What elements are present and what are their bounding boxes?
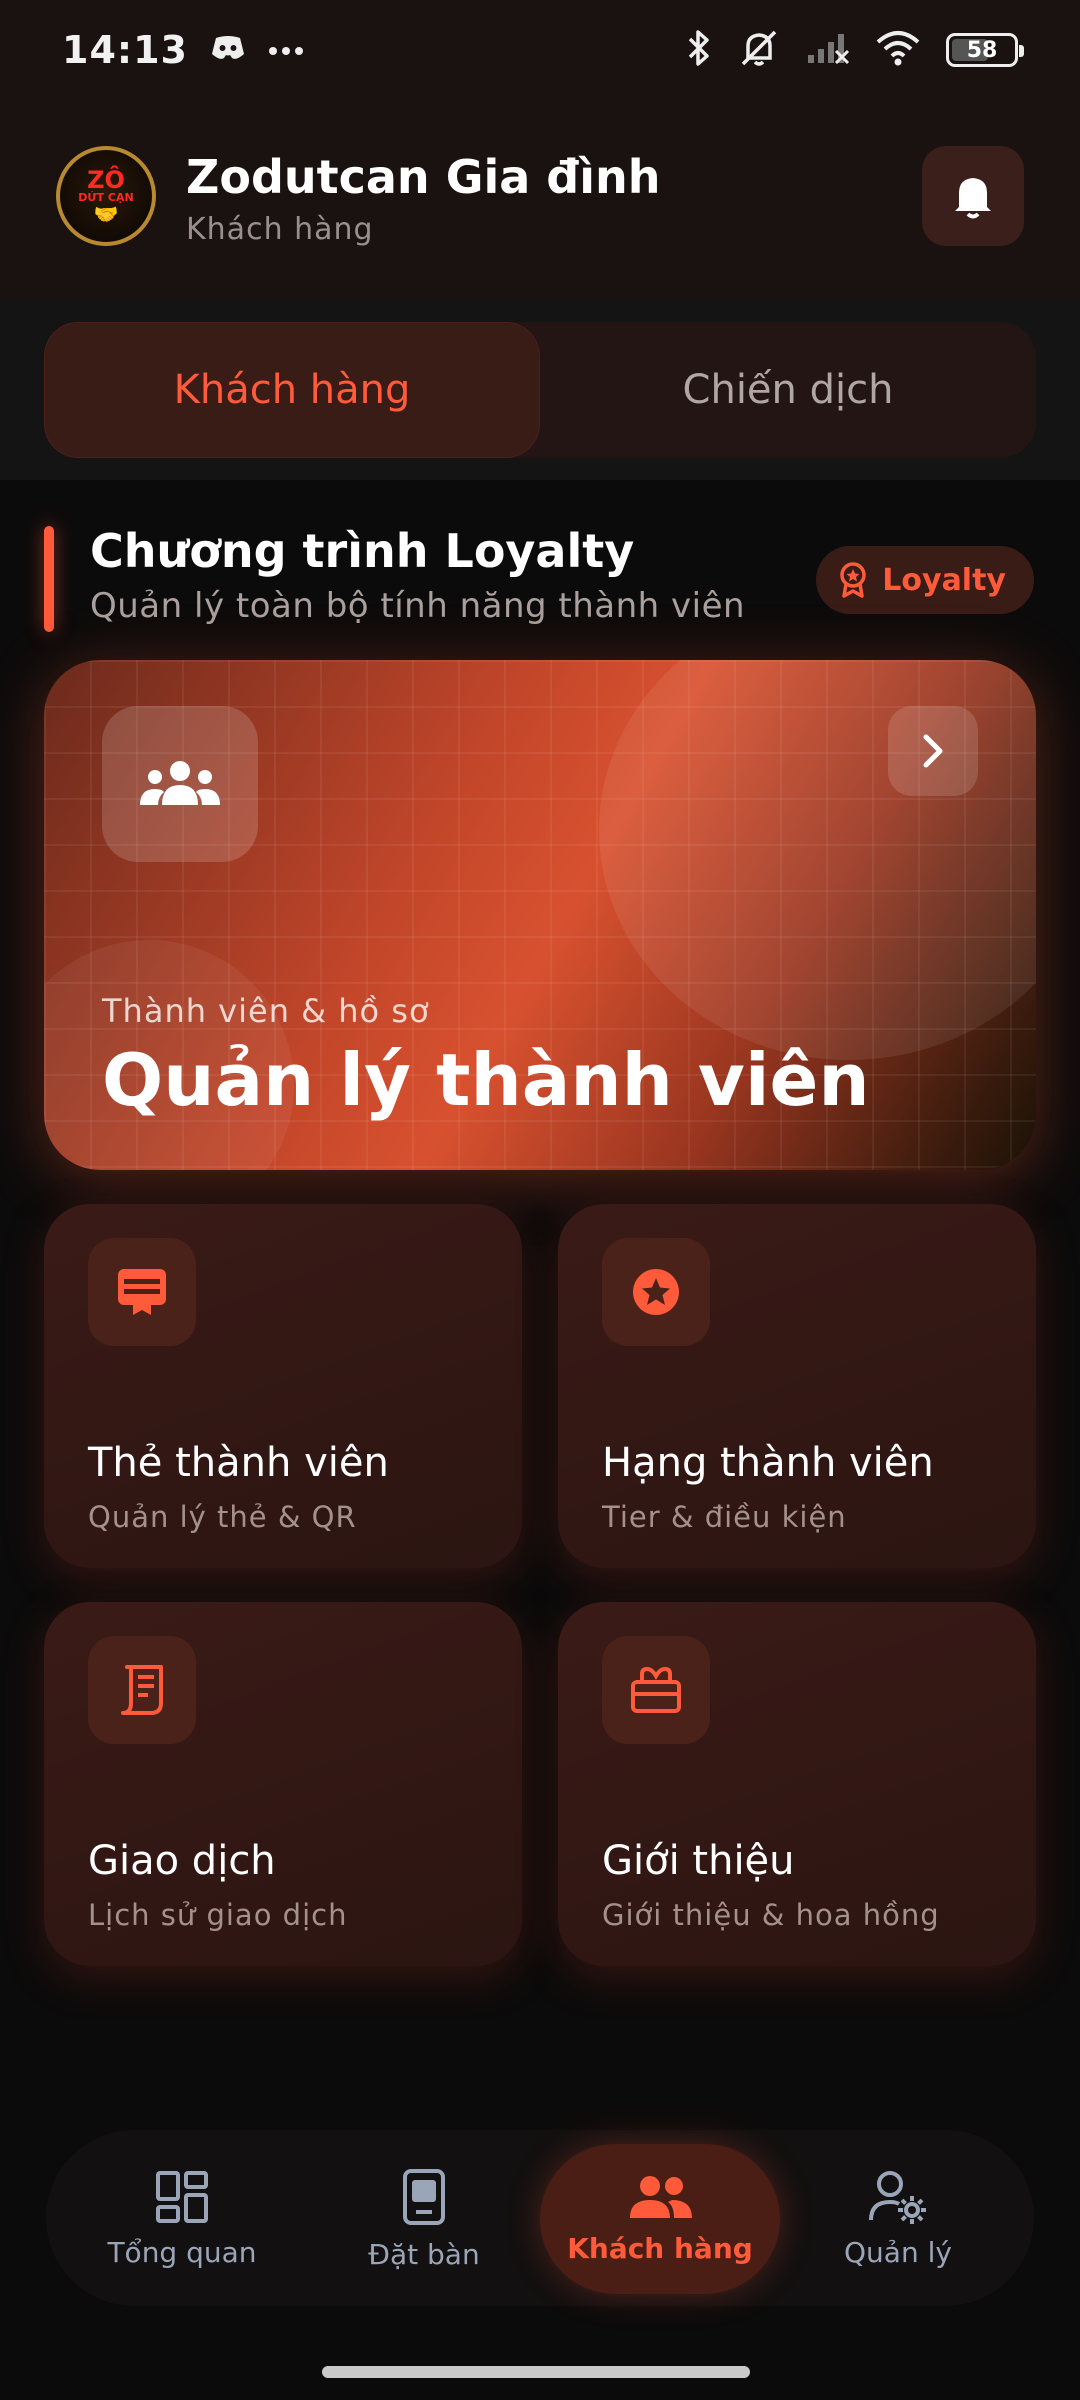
loyalty-badge: Loyalty xyxy=(816,546,1034,614)
discord-icon xyxy=(210,34,246,66)
battery-icon: 58 xyxy=(946,33,1024,67)
card-title: Giới thiệu xyxy=(602,1838,795,1884)
card-subtitle: Tier & điều kiện xyxy=(602,1500,847,1534)
card-title: Giao dịch xyxy=(88,1838,276,1884)
member-management-card[interactable]: Thành viên & hồ sơ Quản lý thành viên xyxy=(44,660,1036,1170)
signal-icon xyxy=(806,31,850,69)
tab-customers[interactable]: Khách hàng xyxy=(44,322,540,458)
card-title: Hạng thành viên xyxy=(602,1440,934,1486)
handshake-icon: 🤝 xyxy=(93,202,119,227)
page-title: Zodutcan Gia đình xyxy=(186,150,661,204)
nav-label: Quản lý xyxy=(844,2235,952,2269)
battery-level: 58 xyxy=(966,37,998,63)
card-subtitle: Giới thiệu & hoa hồng xyxy=(602,1898,940,1932)
user-gear-icon xyxy=(869,2170,926,2224)
nav-label: Khách hàng xyxy=(567,2231,753,2265)
receipt-icon xyxy=(88,1636,196,1744)
status-time: 14:13 xyxy=(62,28,188,72)
table-booking-icon xyxy=(403,2168,445,2225)
nav-management[interactable]: Quản lý xyxy=(778,2144,1018,2294)
card-subtitle: Lịch sử giao dịch xyxy=(88,1898,348,1932)
home-indicator[interactable] xyxy=(322,2366,750,2378)
nav-booking[interactable]: Đặt bàn xyxy=(304,2144,544,2294)
bell-icon xyxy=(955,178,991,219)
card-title: Thẻ thành viên xyxy=(88,1440,389,1486)
card-icon xyxy=(88,1238,196,1346)
award-icon xyxy=(840,562,867,598)
status-bar: 14:13 58 xyxy=(0,0,1080,100)
bluetooth-icon xyxy=(686,28,712,72)
hero-kicker: Thành viên & hồ sơ xyxy=(102,992,430,1030)
member-card-tile[interactable]: Thẻ thành viên Quản lý thẻ & QR xyxy=(44,1204,522,1568)
hero-open-button[interactable] xyxy=(888,706,978,796)
customers-icon xyxy=(630,2175,692,2218)
card-subtitle: Quản lý thẻ & QR xyxy=(88,1500,357,1534)
mute-icon xyxy=(738,28,780,72)
wifi-icon xyxy=(876,30,920,70)
brand-logo: ZÔ DỨT CẠN 🤝 xyxy=(56,146,156,246)
section-title: Chương trình Loyalty xyxy=(90,524,635,578)
chevron-right-icon xyxy=(923,734,943,768)
tab-campaigns[interactable]: Chiến dịch xyxy=(540,322,1036,458)
star-badge-icon xyxy=(602,1238,710,1346)
referral-tile[interactable]: Giới thiệu Giới thiệu & hoa hồng xyxy=(558,1602,1036,1966)
tab-bar: Khách hàng Chiến dịch xyxy=(44,322,1036,458)
member-tier-tile[interactable]: Hạng thành viên Tier & điều kiện xyxy=(558,1204,1036,1568)
notification-button[interactable] xyxy=(922,146,1024,246)
bottom-navigation: Tổng quan Đặt bàn Khách hàng Quản lý xyxy=(46,2130,1034,2306)
nav-overview[interactable]: Tổng quan xyxy=(62,2144,302,2294)
gift-icon xyxy=(602,1636,710,1744)
hero-title: Quản lý thành viên xyxy=(102,1038,870,1122)
more-dots-icon xyxy=(268,41,304,60)
nav-customers[interactable]: Khách hàng xyxy=(540,2144,780,2294)
nav-label: Đặt bàn xyxy=(368,2237,480,2271)
tab-bar-container: Khách hàng Chiến dịch xyxy=(0,300,1080,480)
users-group-icon xyxy=(102,706,258,862)
dashboard-icon xyxy=(156,2170,208,2223)
page-subtitle: Khách hàng xyxy=(186,212,374,247)
loyalty-badge-label: Loyalty xyxy=(882,562,1006,598)
section-subtitle: Quản lý toàn bộ tính năng thành viên xyxy=(90,586,746,626)
nav-label: Tổng quan xyxy=(107,2235,257,2269)
section-accent-bar xyxy=(44,526,54,632)
loyalty-section: Chương trình Loyalty Quản lý toàn bộ tín… xyxy=(0,480,1080,2140)
transactions-tile[interactable]: Giao dịch Lịch sử giao dịch xyxy=(44,1602,522,1966)
app-header: ZÔ DỨT CẠN 🤝 Zodutcan Gia đình Khách hàn… xyxy=(0,100,1080,300)
